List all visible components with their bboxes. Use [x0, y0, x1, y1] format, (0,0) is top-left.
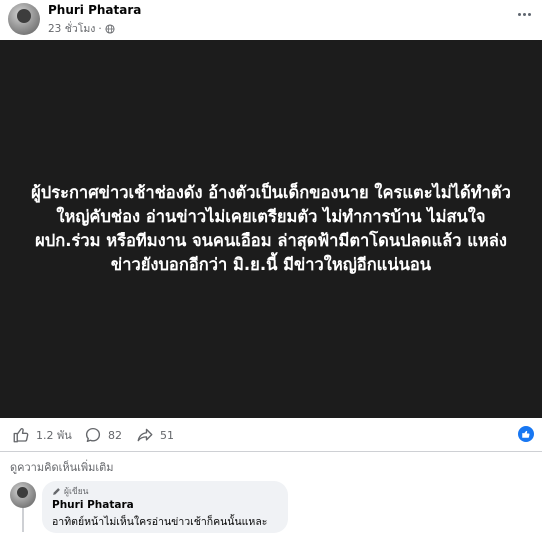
post-timestamp[interactable]: 23 ชั่วโมง: [48, 20, 95, 37]
comment-icon: [85, 427, 101, 443]
comment: ผู้เขียน Phuri Phatara อาทิตย์หน้าไม่เห็…: [0, 478, 542, 538]
reactions-bar: 1.2 พัน 82 51: [0, 418, 542, 452]
comment-text: อาทิตย์หน้าไม่เห็นใครอ่านข่าวเช้าก็คนนั้…: [52, 516, 268, 528]
comment-count: 82: [108, 428, 122, 442]
post-header: Phuri Phatara 23 ชั่วโมง ·: [0, 0, 542, 40]
post-image[interactable]: ผู้ประกาศข่าวเช้าช่องดัง อ้างตัวเป็นเด็ก…: [0, 40, 542, 418]
like-count: 1.2 พัน: [36, 429, 72, 442]
meta-separator: ·: [98, 22, 102, 35]
author-avatar[interactable]: [8, 3, 40, 35]
comment-author[interactable]: Phuri Phatara: [52, 499, 278, 511]
thread-line: [22, 508, 24, 532]
comment-bubble: ผู้เขียน Phuri Phatara อาทิตย์หน้าไม่เห็…: [42, 481, 288, 533]
share-icon: [137, 428, 153, 442]
more-options-icon[interactable]: [514, 6, 534, 22]
author-badge-label: ผู้เขียน: [64, 487, 89, 497]
comment-button[interactable]: 82: [84, 426, 122, 444]
share-count: 51: [160, 428, 174, 442]
author-badge: ผู้เขียน: [52, 485, 278, 497]
commenter-avatar[interactable]: [10, 482, 36, 508]
post-image-text: ผู้ประกาศข่าวเช้าช่องดัง อ้างตัวเป็นเด็ก…: [31, 183, 511, 274]
like-reaction-icon[interactable]: [518, 426, 534, 442]
like-button[interactable]: 1.2 พัน: [12, 426, 72, 444]
author-name[interactable]: Phuri Phatara: [48, 3, 141, 17]
share-button[interactable]: 51: [136, 426, 174, 444]
thumbs-up-icon: [13, 427, 29, 443]
view-more-comments-link[interactable]: ดูความคิดเห็นเพิ่มเติม: [10, 458, 114, 476]
globe-icon: [105, 23, 115, 34]
pencil-icon: [53, 487, 60, 495]
post-meta: 23 ชั่วโมง ·: [48, 20, 115, 37]
